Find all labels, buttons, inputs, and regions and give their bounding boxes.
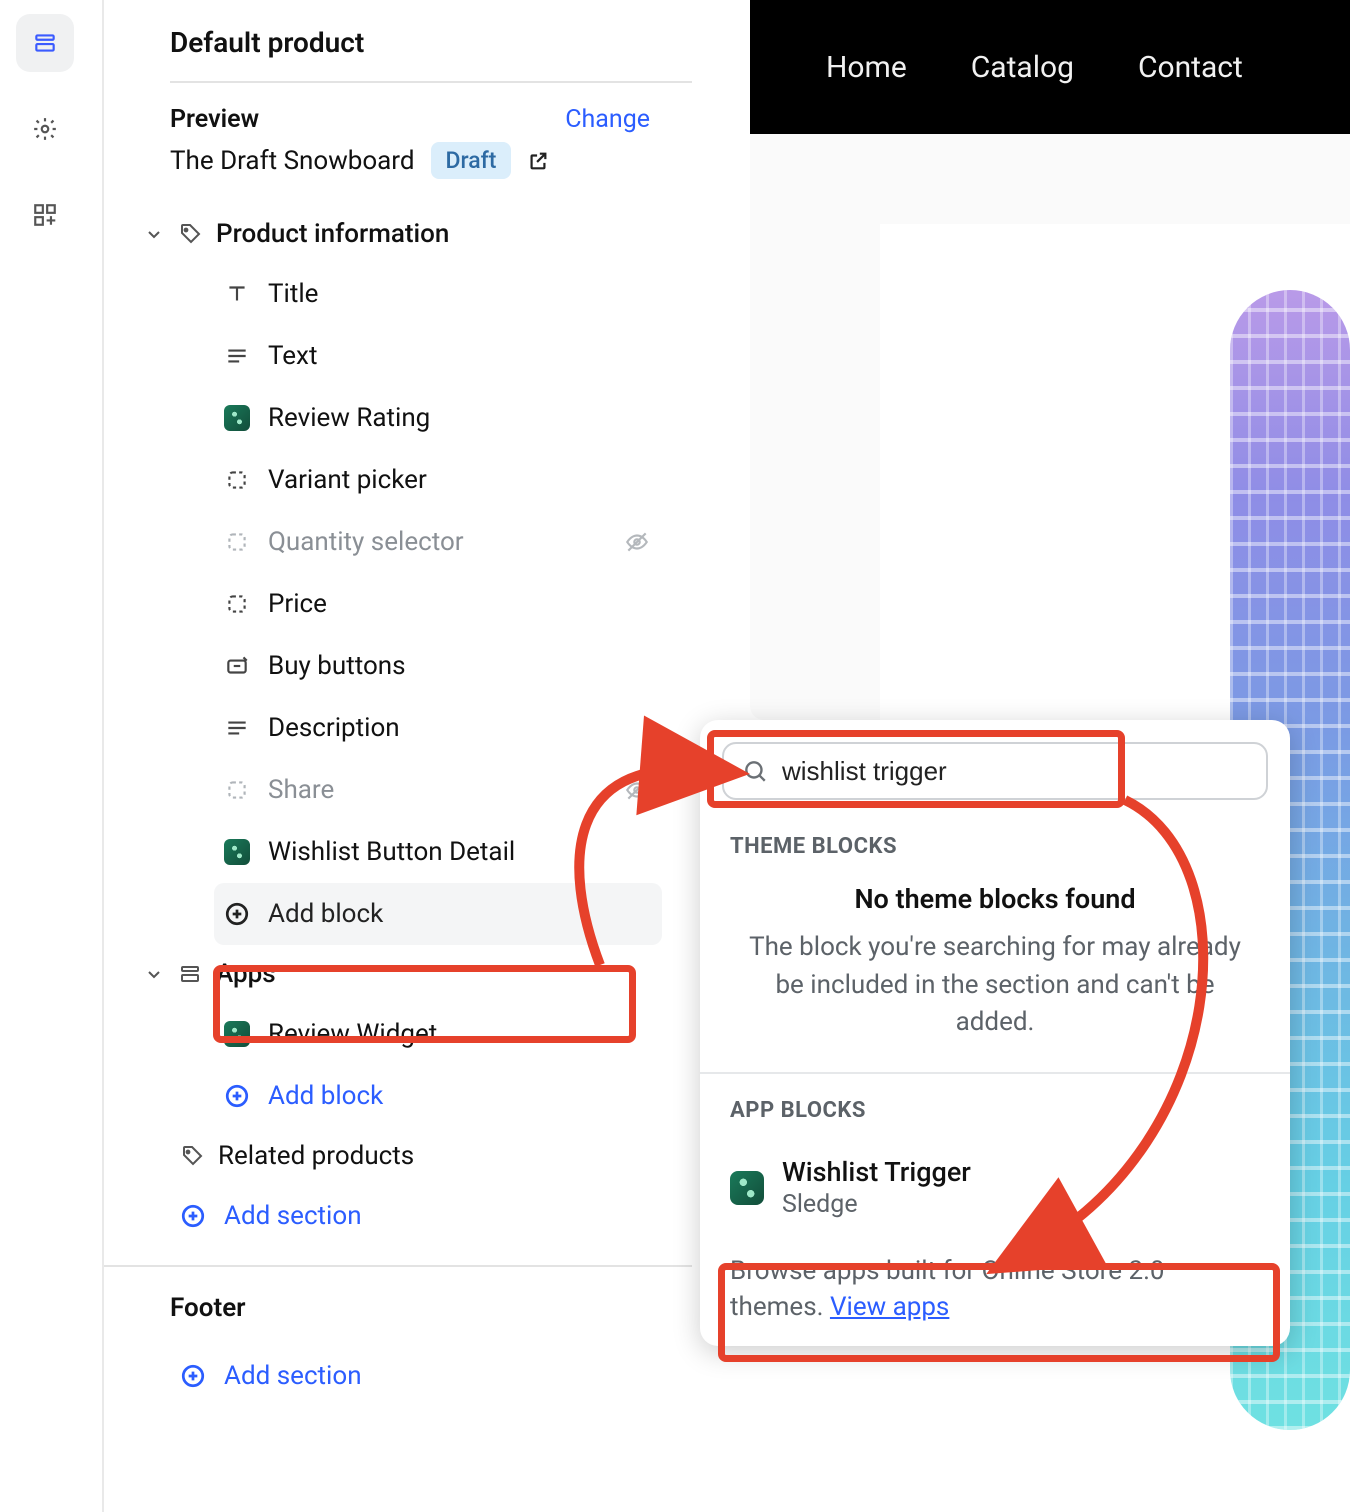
apps-icon: [178, 962, 202, 986]
add-section[interactable]: Add section: [104, 1185, 692, 1247]
footer-group: Footer Add section: [104, 1265, 692, 1407]
section-product-information[interactable]: Product information: [104, 205, 692, 263]
chevron-down-icon: [144, 964, 164, 984]
variant-icon: [224, 777, 250, 803]
no-theme-blocks: No theme blocks found The block you're s…: [700, 877, 1290, 1072]
variant-icon: [224, 529, 250, 555]
rail-settings[interactable]: [16, 100, 74, 158]
sections-icon: [32, 30, 58, 56]
plus-icon: [224, 1083, 250, 1109]
block-share[interactable]: Share: [104, 759, 692, 821]
block-search-input[interactable]: [782, 756, 1248, 787]
app-grid-icon: [32, 202, 58, 228]
theme-blocks-label: THEME BLOCKS: [700, 824, 1290, 877]
nav-contact[interactable]: Contact: [1138, 50, 1243, 85]
no-blocks-title: No theme blocks found: [740, 883, 1250, 915]
draft-badge: Draft: [431, 142, 512, 179]
open-external-icon[interactable]: [527, 150, 549, 172]
left-rail: [0, 0, 90, 1512]
block-price[interactable]: Price: [104, 573, 692, 635]
divider: [170, 81, 692, 83]
app-blocks-label: APP BLOCKS: [700, 1074, 1290, 1141]
variant-icon: [224, 591, 250, 617]
app-icon: [224, 839, 250, 865]
plus-icon: [180, 1203, 206, 1229]
section-label: Product information: [216, 219, 449, 249]
section-apps[interactable]: Apps: [104, 945, 692, 1003]
title-icon: [224, 281, 250, 307]
tag-icon: [180, 1144, 204, 1168]
hidden-icon[interactable]: [624, 777, 650, 803]
plus-icon: [180, 1363, 206, 1389]
change-preview-link[interactable]: Change: [565, 105, 650, 134]
app-icon: [730, 1171, 764, 1205]
add-block-product-info[interactable]: Add block: [214, 883, 662, 945]
buy-icon: [224, 653, 250, 679]
plus-icon: [224, 901, 250, 927]
block-variant-picker[interactable]: Variant picker: [104, 449, 692, 511]
page-title: Default product: [104, 26, 692, 81]
rail-sections[interactable]: [16, 14, 74, 72]
chevron-down-icon: [144, 224, 164, 244]
hidden-icon[interactable]: [624, 529, 650, 555]
text-icon: [224, 715, 250, 741]
section-related-products[interactable]: Related products: [104, 1127, 692, 1185]
block-quantity-selector[interactable]: Quantity selector: [104, 511, 692, 573]
block-search[interactable]: [722, 742, 1268, 800]
search-icon: [742, 758, 768, 784]
nav-home[interactable]: Home: [826, 50, 907, 85]
section-label: Apps: [216, 959, 276, 989]
text-icon: [224, 343, 250, 369]
view-apps-link[interactable]: View apps: [830, 1292, 949, 1322]
add-section-footer[interactable]: Add section: [170, 1345, 692, 1407]
footer-label: Footer: [170, 1293, 692, 1323]
app-icon: [224, 1021, 250, 1047]
preview-label: Preview: [170, 105, 259, 134]
preview-product[interactable]: The Draft Snowboard Draft: [104, 142, 692, 205]
theme-editor-sidebar: Default product Preview Change The Draft…: [102, 0, 692, 1512]
block-wishlist-button-detail[interactable]: Wishlist Button Detail: [104, 821, 692, 883]
app-icon: [224, 405, 250, 431]
block-review-rating[interactable]: Review Rating: [104, 387, 692, 449]
app-block-subtitle: Sledge: [782, 1190, 971, 1219]
block-buy-buttons[interactable]: Buy buttons: [104, 635, 692, 697]
variant-icon: [224, 467, 250, 493]
rail-apps[interactable]: [16, 186, 74, 244]
tag-icon: [178, 222, 202, 246]
gear-icon: [32, 116, 58, 142]
preview-product-name: The Draft Snowboard: [170, 146, 415, 176]
browse-apps-note: Browse apps built for Online Store 2.0 t…: [700, 1229, 1290, 1326]
block-description[interactable]: Description: [104, 697, 692, 759]
store-header: Home Catalog Contact: [750, 0, 1350, 134]
block-title[interactable]: Title: [104, 263, 692, 325]
add-block-apps[interactable]: Add block: [104, 1065, 692, 1127]
no-blocks-body: The block you're searching for may alrea…: [740, 929, 1250, 1042]
block-review-widget[interactable]: Review Widget: [104, 1003, 692, 1065]
app-block-title: Wishlist Trigger: [782, 1156, 971, 1188]
add-block-popover: THEME BLOCKS No theme blocks found The b…: [700, 720, 1290, 1346]
app-block-wishlist-trigger[interactable]: Wishlist Trigger Sledge: [700, 1141, 1290, 1229]
block-text[interactable]: Text: [104, 325, 692, 387]
nav-catalog[interactable]: Catalog: [971, 50, 1074, 85]
